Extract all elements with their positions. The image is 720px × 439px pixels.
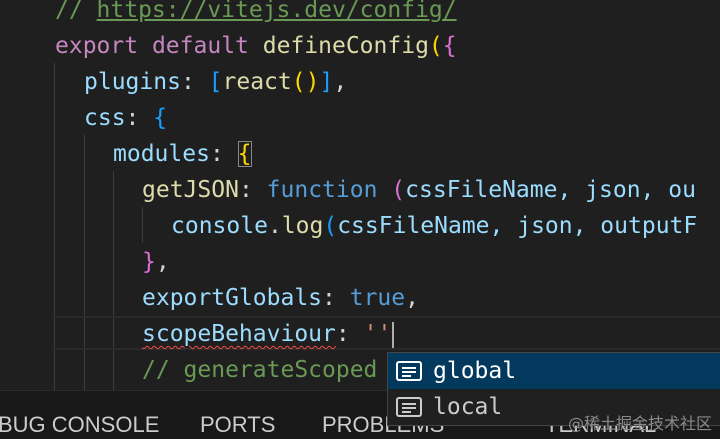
- paren: (: [428, 33, 443, 59]
- suggestion-label: local: [433, 394, 503, 420]
- colon: :: [180, 69, 195, 95]
- tab-ports[interactable]: PORTS: [200, 412, 275, 438]
- brace: }: [142, 249, 156, 275]
- property-css: css: [84, 105, 126, 131]
- indent-guide: [113, 171, 114, 390]
- property-modules: modules: [113, 141, 210, 167]
- react-call: react: [222, 69, 292, 95]
- bracket: [: [208, 69, 223, 95]
- colon: :: [125, 105, 140, 131]
- property-exportGlobals: exportGlobals: [142, 285, 323, 311]
- comment-prefix: //: [55, 0, 97, 23]
- bracket: ]: [319, 69, 334, 95]
- console-object: console: [171, 213, 268, 239]
- keyword-default: default: [151, 33, 249, 59]
- text-icon: [396, 397, 422, 417]
- log-args: cssFileName, json, outputF: [337, 213, 698, 239]
- paren: (: [323, 213, 338, 239]
- code-line-3[interactable]: plugins: [react()],: [84, 64, 347, 100]
- call-parens: (): [291, 69, 320, 95]
- typed-string: '': [363, 321, 392, 347]
- config-url-link[interactable]: https://vitejs.dev/config/: [97, 0, 457, 23]
- code-line-2[interactable]: export default defineConfig({: [55, 28, 457, 64]
- comma: ,: [333, 69, 348, 95]
- colon: :: [322, 285, 336, 311]
- brace: {: [442, 33, 457, 59]
- watermark: @稀土掘金技术社区: [567, 414, 712, 433]
- comma: ,: [405, 285, 419, 311]
- keyword-function: function: [266, 177, 378, 203]
- keyword-export: export: [55, 33, 139, 59]
- property-plugins: plugins: [84, 69, 181, 95]
- matched-brace: {: [237, 141, 252, 167]
- indent-guide: [84, 135, 85, 390]
- code-editor[interactable]: // https://vitejs.dev/config/ export def…: [0, 0, 720, 390]
- keyword-true: true: [349, 285, 406, 311]
- comma: ,: [155, 249, 170, 275]
- suggestion-label: global: [433, 358, 517, 384]
- code-line-8[interactable]: },: [142, 244, 170, 280]
- text-icon: [396, 361, 422, 381]
- text-cursor: [392, 321, 395, 348]
- paren: (: [391, 177, 406, 203]
- suggestion-item-global[interactable]: global: [388, 353, 720, 389]
- log-call: log: [281, 213, 324, 239]
- code-line-4[interactable]: css: {: [84, 100, 167, 136]
- code-line-6[interactable]: getJSON: function (cssFileName, json, ou: [142, 172, 696, 208]
- colon: :: [238, 177, 253, 203]
- code-line-11[interactable]: // generateScoped: [142, 352, 377, 388]
- function-params: cssFileName, json, ou: [405, 177, 696, 203]
- property-scopeBehaviour: scopeBehaviour: [142, 321, 336, 347]
- colon: :: [209, 141, 224, 167]
- colon: :: [335, 321, 350, 347]
- tab-debug-console[interactable]: BUG CONSOLE: [0, 412, 159, 438]
- property-getJSON: getJSON: [142, 177, 239, 203]
- code-line-5[interactable]: modules: {: [113, 136, 252, 172]
- comment-generate: // generateScoped: [142, 357, 378, 383]
- dot: .: [267, 213, 282, 239]
- brace: {: [153, 105, 168, 131]
- code-line-7[interactable]: console.log(cssFileName, json, outputF: [171, 208, 697, 244]
- code-line-9[interactable]: exportGlobals: true,: [142, 280, 419, 316]
- define-config-call: defineConfig: [262, 33, 429, 59]
- indent-guide: [142, 207, 143, 243]
- code-line-10[interactable]: scopeBehaviour: '': [142, 316, 395, 352]
- code-line-1[interactable]: // https://vitejs.dev/config/: [55, 0, 457, 28]
